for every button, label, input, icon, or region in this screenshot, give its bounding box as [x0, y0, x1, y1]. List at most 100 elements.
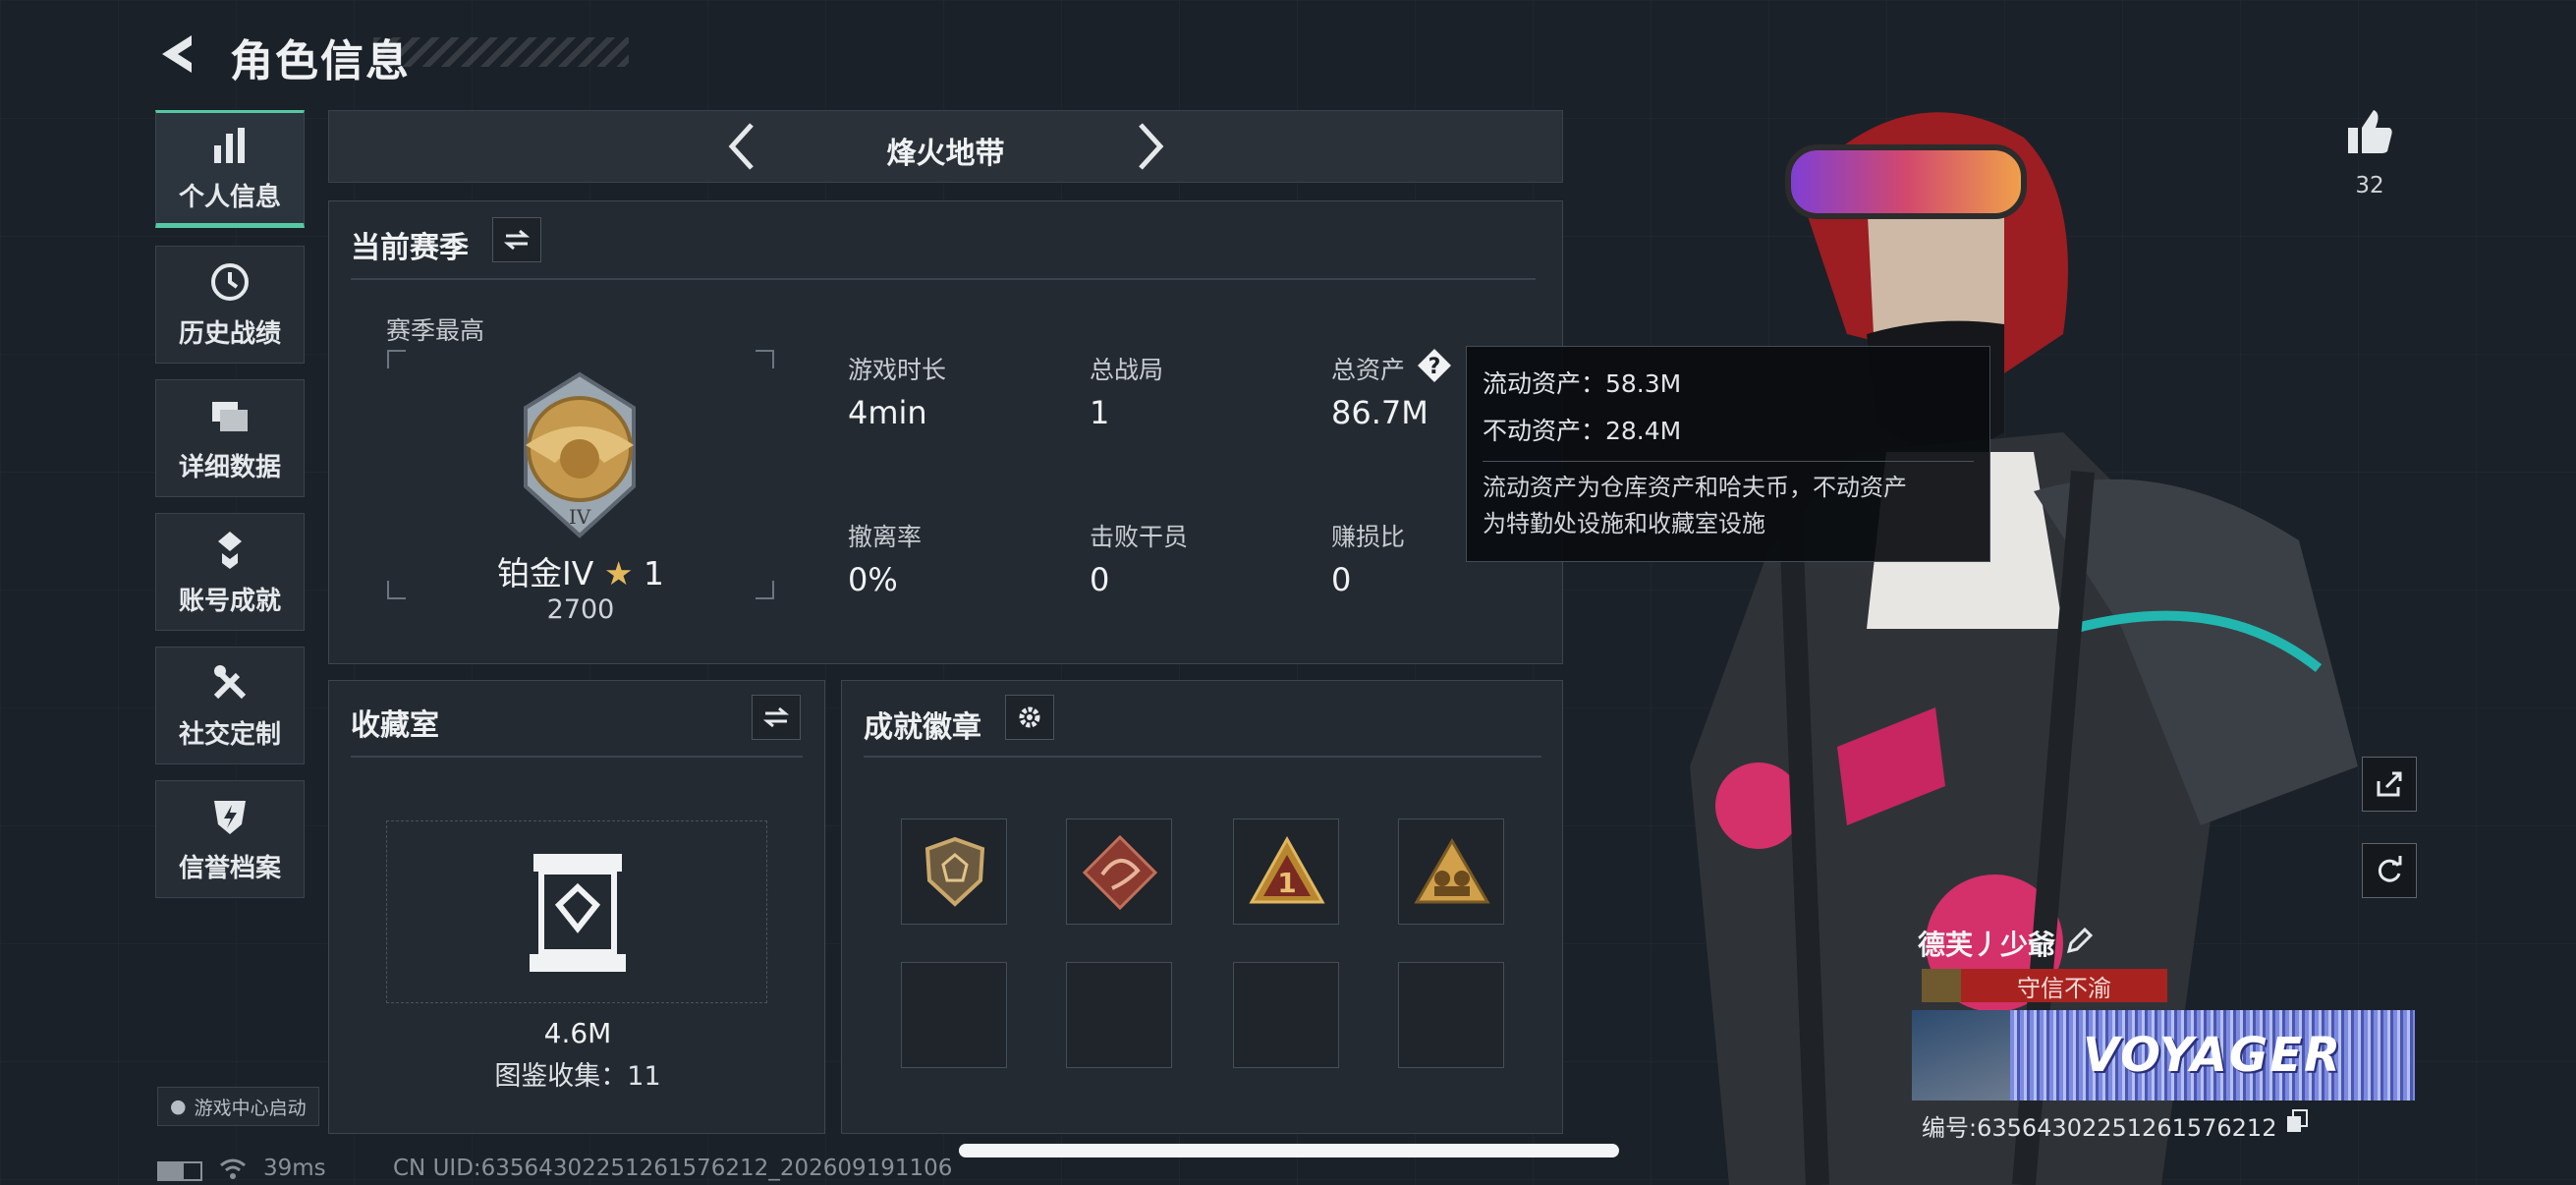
stat-value: 0 [1331, 561, 1352, 598]
badge-slot-empty[interactable] [1398, 962, 1504, 1068]
display-case-icon [530, 854, 626, 972]
stat-value: 4min [848, 394, 927, 431]
achievements-title: 成就徽章 [864, 710, 981, 745]
sidebar-item-social[interactable]: 社交定制 [155, 647, 305, 764]
stat-value: 86.7M [1331, 394, 1428, 431]
clock-icon [211, 262, 249, 301]
badge-slot[interactable] [1398, 818, 1504, 925]
rank-stars: 1 [643, 554, 664, 592]
team-badge-icon [1414, 838, 1490, 904]
stat-label: 击败干员 [1090, 523, 1189, 551]
stat-label: 撤离率 [848, 523, 923, 551]
achievements-panel: 成就徽章 1 [841, 680, 1563, 1134]
collection-count: 图鉴收集：11 [494, 1061, 661, 1092]
banner-art: VOYAGER [2010, 1010, 2415, 1100]
swap-icon [762, 706, 790, 728]
rank-score: 2700 [546, 594, 615, 625]
tooltip-note-line-2: 为特勤处设施和收藏室设施 [1483, 510, 1765, 537]
tools-icon [213, 664, 247, 699]
help-icon[interactable]: ? [1416, 347, 1453, 384]
tooltip-fixed-assets: 不动资产：28.4M [1483, 417, 1682, 445]
reputation-title: 守信不渝 [2017, 974, 2111, 1002]
tooltip-note-line-1: 流动资产为仓库资产和哈夫币，不动资产 [1483, 474, 1907, 501]
badge-slot-empty[interactable] [901, 962, 1007, 1068]
stat-label: 赚损比 [1331, 523, 1406, 551]
sidebar-item-label: 历史战绩 [178, 318, 281, 349]
swap-icon [503, 229, 531, 251]
badge-slot[interactable]: 1 [1233, 818, 1339, 925]
swap-collection-button[interactable] [752, 695, 801, 740]
copy-icon[interactable] [2285, 1108, 2311, 1134]
shield-bolt-icon [214, 800, 246, 834]
battery-icon [157, 1161, 202, 1181]
sidebar-item-history[interactable]: 历史战绩 [155, 246, 305, 364]
badge-slot[interactable] [901, 818, 1007, 925]
like-count: 32 [2355, 173, 2384, 198]
tooltip-liquid-assets: 流动资产：58.3M [1483, 369, 1682, 398]
tooltip-divider [1483, 461, 1974, 462]
sidebar-item-personal-info[interactable]: 个人信息 [155, 110, 305, 228]
badge-slot-empty[interactable] [1233, 962, 1339, 1068]
back-arrow-icon[interactable] [152, 29, 201, 79]
first-place-badge-icon: 1 [1249, 835, 1325, 904]
season-panel: 当前赛季 赛季最高 IV 铂金IV ★ 1 2700 游戏时长 4min 总战局… [328, 200, 1563, 664]
refresh-button[interactable] [2362, 843, 2417, 898]
collection-value: 4.6M [543, 1017, 612, 1049]
home-indicator[interactable] [959, 1144, 1619, 1157]
rank-row: 铂金IV ★ 1 [386, 547, 775, 594]
game-center-button[interactable]: ● 游戏中心启动 [157, 1087, 319, 1126]
share-button[interactable] [2362, 757, 2417, 812]
divider [351, 756, 803, 758]
season-best-label: 赛季最高 [386, 316, 485, 345]
badge-slot-empty[interactable] [1066, 962, 1172, 1068]
sidebar-item-label: 账号成就 [178, 586, 281, 616]
collection-panel: 收藏室 4.6M 图鉴收集：11 [328, 680, 825, 1134]
sidebar-item-reputation[interactable]: 信誉档案 [155, 780, 305, 898]
dragon-badge-icon [1082, 834, 1158, 911]
rank-name: 铂金IV [497, 554, 594, 592]
banner-text: VOYAGER [2082, 1028, 2343, 1083]
stat-value: 0 [1090, 561, 1110, 598]
svg-text:1: 1 [1277, 867, 1296, 899]
divider [864, 756, 1541, 758]
swap-season-button[interactable] [492, 217, 541, 262]
medal-icon [218, 531, 242, 569]
badge-settings-button[interactable] [1005, 695, 1054, 740]
svg-text:IV: IV [569, 505, 591, 529]
divider [351, 278, 1536, 280]
sidebar-item-achievements[interactable]: 账号成就 [155, 513, 305, 631]
title-decoration [373, 37, 629, 67]
bell-icon: ● [170, 1096, 187, 1117]
shield-badge-icon [924, 836, 985, 907]
reputation-badge: 守信不渝 [1922, 969, 2167, 1002]
badge-slot[interactable] [1066, 818, 1172, 925]
thumbs-up-icon[interactable] [2344, 106, 2395, 157]
game-center-label: 游戏中心启动 [194, 1097, 307, 1119]
player-name: 德芙丿少爺 [1918, 929, 2056, 961]
sidebar-item-details[interactable]: 详细数据 [155, 379, 305, 497]
bar-chart-icon [214, 127, 245, 163]
mode-title: 烽火地带 [886, 137, 1005, 171]
uid-line: CN UID:6356430225126157621​2_20260919110… [393, 1156, 953, 1181]
edit-icon[interactable] [2063, 926, 2095, 957]
chevron-right-icon[interactable] [1131, 117, 1170, 176]
sidebar-item-label: 个人信息 [178, 182, 281, 212]
share-icon [2377, 771, 2402, 797]
player-avatar [1912, 1010, 2010, 1100]
sidebar-item-label: 信誉档案 [178, 853, 281, 883]
stat-value: 1 [1090, 394, 1110, 431]
stat-label: 总资产 [1331, 356, 1406, 384]
svg-text:?: ? [1428, 355, 1441, 379]
sidebar-item-label: 社交定制 [178, 719, 281, 750]
stat-label: 游戏时长 [848, 356, 947, 384]
sidebar-item-label: 详细数据 [178, 452, 281, 482]
name-card-banner[interactable]: VOYAGER [1912, 1010, 2415, 1100]
player-uid: 编号:6356430225126157621​2 [1922, 1114, 2277, 1142]
platinum-rank-emblem: IV [524, 371, 636, 538]
scale-icon [1922, 969, 1961, 1002]
star-icon: ★ [603, 554, 634, 592]
stat-value: 0% [848, 561, 898, 598]
asset-tooltip: 流动资产：58.3M 不动资产：28.4M 流动资产为仓库资产和哈夫币，不动资产… [1466, 346, 1990, 562]
mode-selector: 烽火地带 [328, 110, 1563, 183]
stat-label: 总战局 [1090, 356, 1164, 384]
